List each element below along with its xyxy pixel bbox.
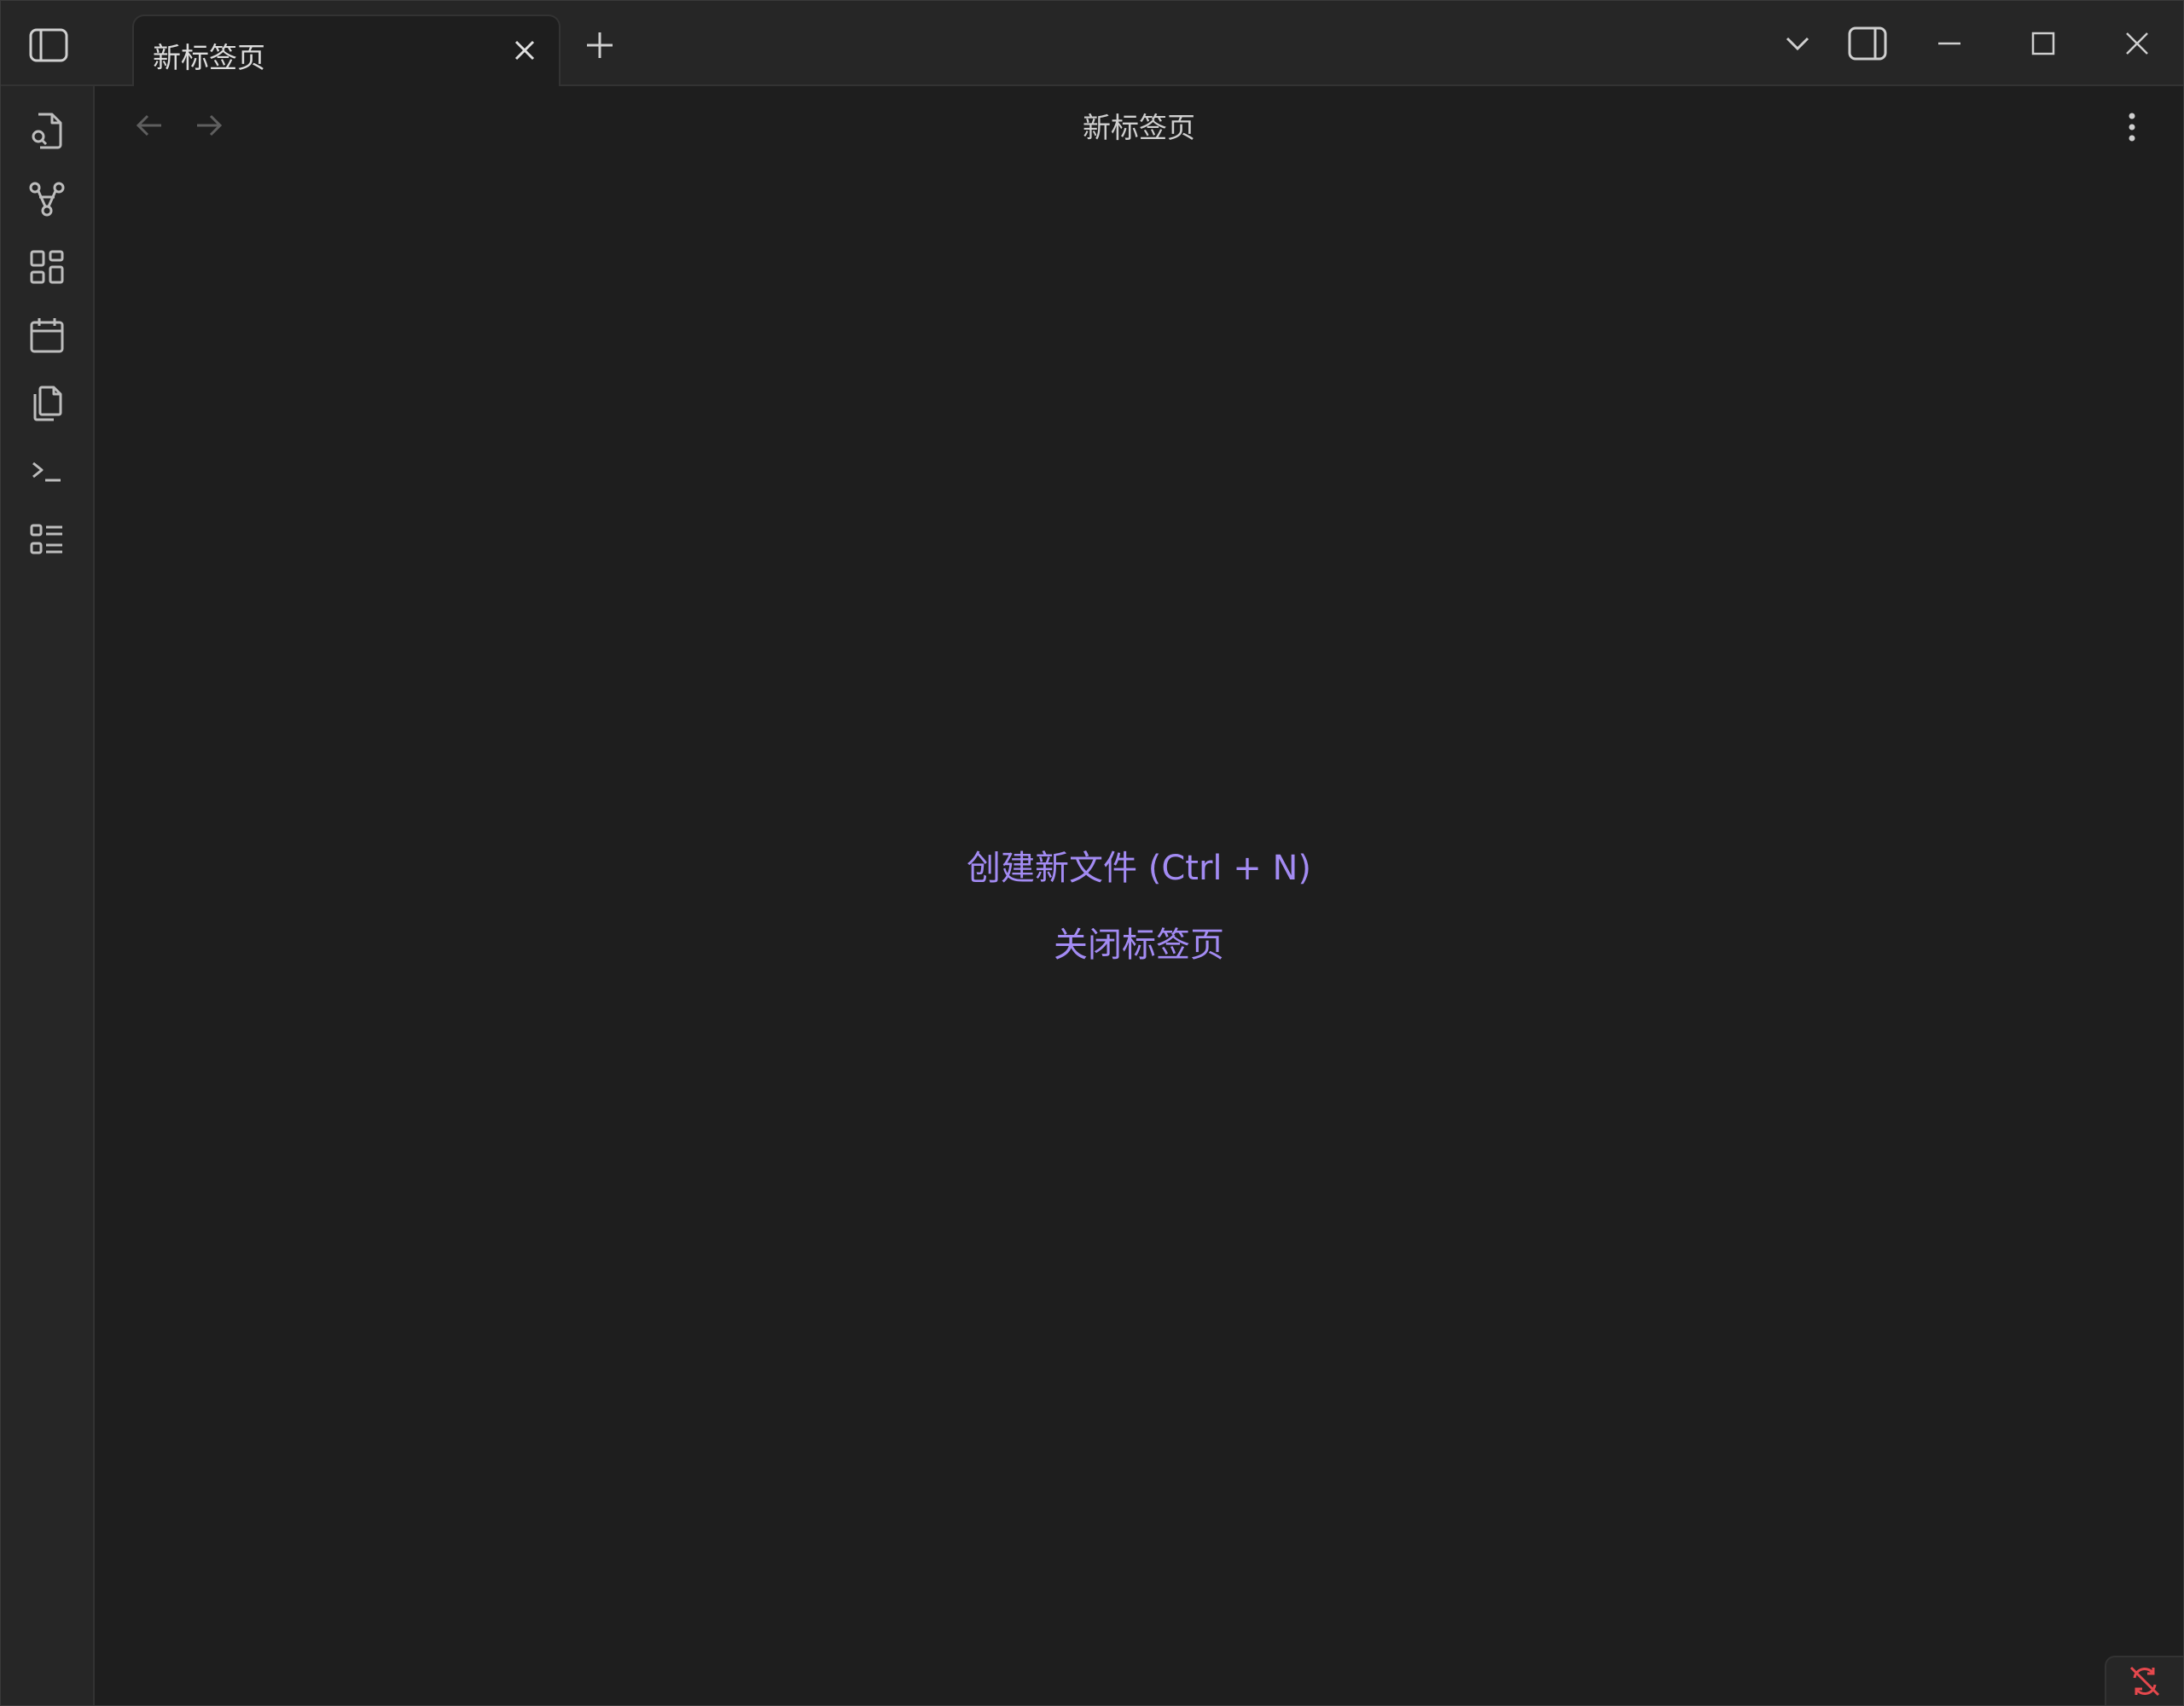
sync-status-button[interactable] [2105, 1656, 2183, 1705]
maximize-button[interactable] [2024, 23, 2062, 64]
ribbon-file-search[interactable] [25, 108, 69, 153]
tab-close-button[interactable] [508, 33, 542, 67]
right-sidebar-icon [1848, 26, 1887, 61]
list-icon [30, 524, 62, 554]
close-tab-link[interactable]: 关闭标签页 [95, 922, 2183, 968]
ribbon-calendar[interactable] [25, 313, 69, 357]
new-tab-button[interactable] [581, 25, 619, 66]
close-icon [2126, 32, 2148, 55]
minimize-icon [1938, 42, 1960, 45]
empty-state-actions: 创建新文件 (Ctrl + N) 关闭标签页 [95, 845, 2183, 999]
copy-files-icon [33, 386, 62, 421]
view-title: 新标签页 [1083, 111, 1195, 144]
file-search-icon [32, 113, 62, 149]
chevron-down-icon [1786, 37, 1809, 51]
toggle-sidebar-button[interactable] [25, 25, 73, 66]
ribbon-copy-files[interactable] [25, 381, 69, 426]
sidebar-toggle-icon [29, 28, 68, 62]
create-new-file-link[interactable]: 创建新文件 (Ctrl + N) [95, 845, 2183, 891]
graph-view-icon [29, 182, 65, 217]
tab-list-dropdown-button[interactable] [1780, 26, 1815, 61]
app-window: 新标签页 新标签页 创建新文件 (Ctrl + N) 关闭标签页 [0, 0, 2184, 1706]
minimize-button[interactable] [1931, 23, 1968, 64]
more-vertical-icon [2129, 113, 2135, 142]
title-bar: 新标签页 [1, 1, 2183, 86]
ribbon-command-palette[interactable] [25, 450, 69, 494]
calendar-icon [30, 318, 64, 353]
dashboard-icon [30, 250, 64, 284]
close-window-button[interactable] [2118, 23, 2156, 64]
sync-error-icon [2129, 1666, 2160, 1697]
view-header: 新标签页 [95, 86, 2183, 168]
tab-title: 新标签页 [153, 41, 265, 74]
ribbon [1, 86, 95, 1705]
ribbon-graph-view[interactable] [25, 177, 69, 221]
close-icon [514, 40, 535, 61]
maximize-icon [2031, 32, 2055, 55]
tab-new-tab[interactable]: 新标签页 [132, 15, 561, 86]
plus-icon [587, 32, 613, 58]
ribbon-dashboard[interactable] [25, 245, 69, 289]
ribbon-outline[interactable] [25, 518, 69, 562]
more-options-button[interactable] [2115, 107, 2149, 148]
toggle-right-sidebar-button[interactable] [1844, 23, 1891, 64]
terminal-icon [32, 461, 61, 482]
